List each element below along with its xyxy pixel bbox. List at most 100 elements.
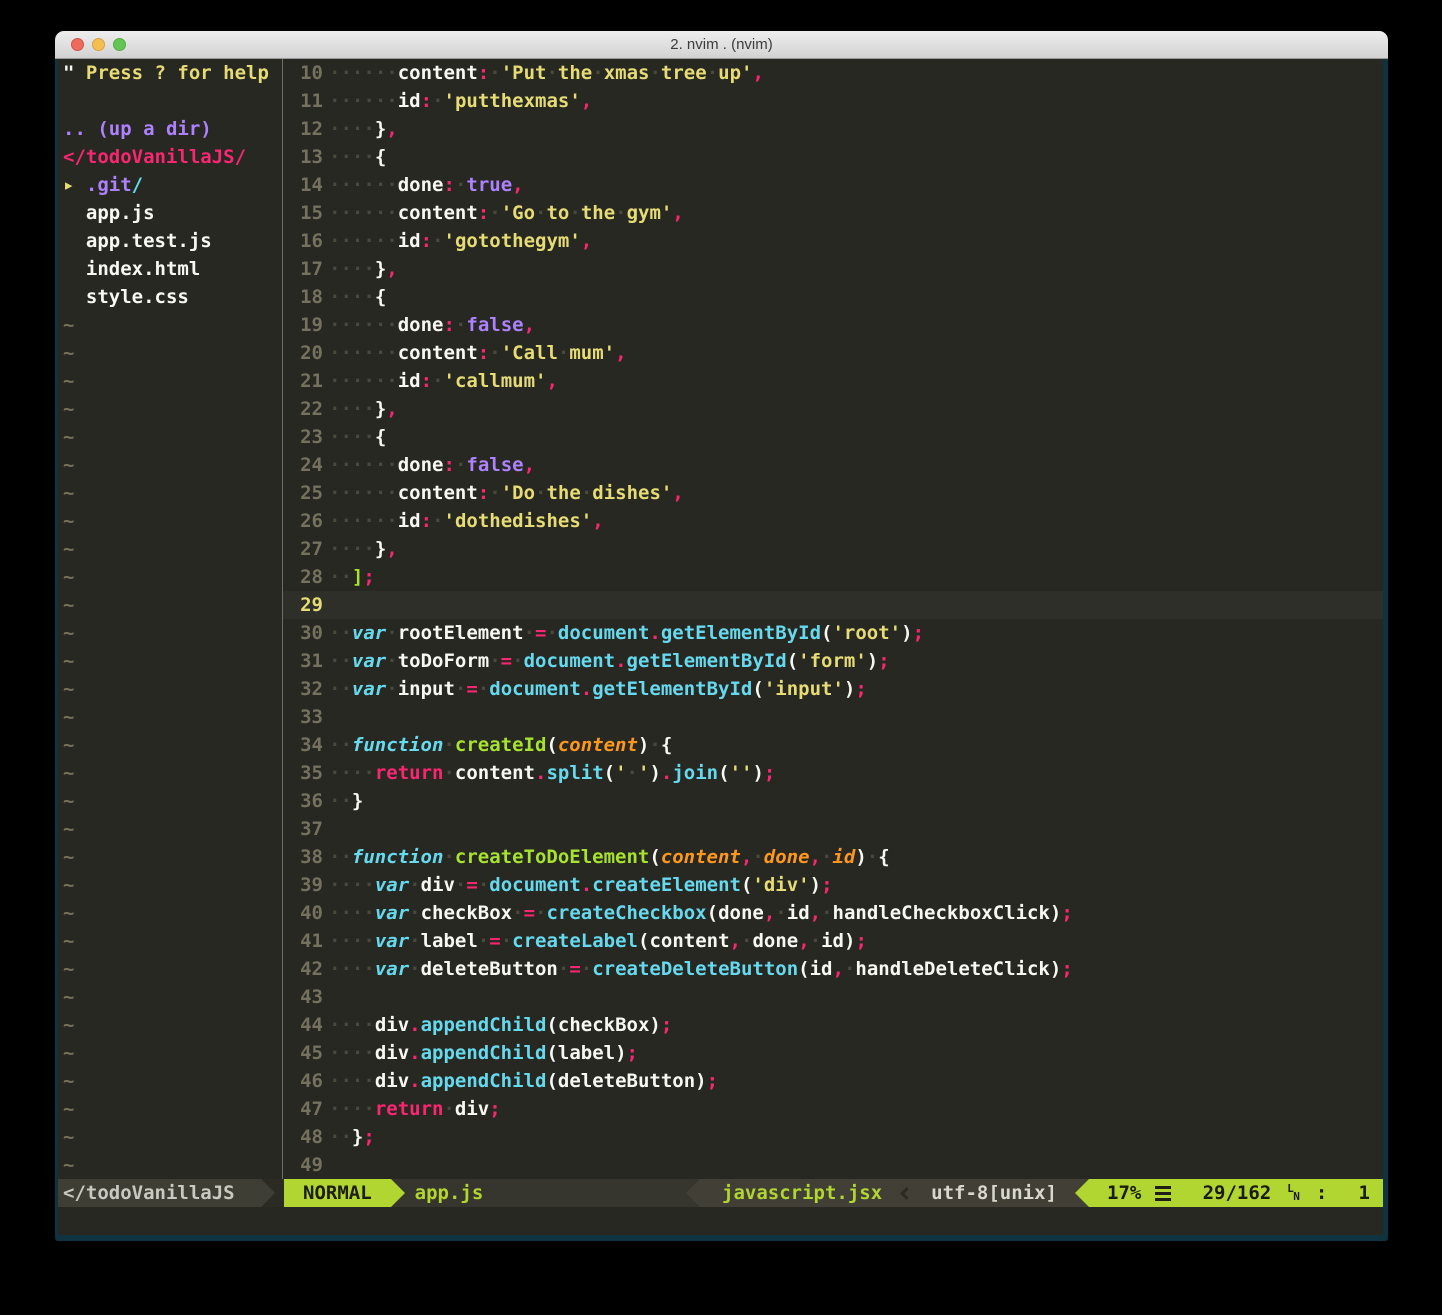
code-line[interactable]: 11······id:·'putthexmas', — [283, 87, 1383, 115]
code-text: ····var·deleteButton·=·createDeleteButto… — [323, 955, 1073, 983]
column-number: 1 — [1359, 1179, 1370, 1207]
code-line[interactable]: 47····return·div; — [283, 1095, 1383, 1123]
line-number: 10 — [283, 59, 323, 87]
code-line[interactable]: 27····}, — [283, 535, 1383, 563]
code-line[interactable]: 34··function·createId(content)·{ — [283, 731, 1383, 759]
airline-statusline: NORMAL app.js javascript.jsx utf-8[unix]… — [284, 1179, 1383, 1207]
empty-line-tilde: ~ — [58, 619, 282, 647]
code-line[interactable]: 14······done:·true, — [283, 171, 1383, 199]
line-number: 13 — [283, 143, 323, 171]
line-number: 17 — [283, 255, 323, 283]
code-line[interactable]: 36··} — [283, 787, 1383, 815]
line-number: 35 — [283, 759, 323, 787]
line-number: 36 — [283, 787, 323, 815]
code-line[interactable]: 43 — [283, 983, 1383, 1011]
code-line[interactable]: 12····}, — [283, 115, 1383, 143]
empty-line-tilde: ~ — [58, 983, 282, 1011]
empty-line-tilde: ~ — [58, 1151, 282, 1179]
code-line[interactable]: 28··]; — [283, 563, 1383, 591]
editor-buffer[interactable]: 10······content:·'Put·the·xmas·tree·up',… — [283, 59, 1383, 1179]
code-text: ······content:·'Do·the·dishes', — [323, 479, 684, 507]
line-number: 28 — [283, 563, 323, 591]
chevron-left-icon — [900, 1187, 913, 1200]
line-number: 32 — [283, 675, 323, 703]
code-line[interactable]: 44····div.appendChild(checkBox); — [283, 1011, 1383, 1039]
tree-item[interactable]: .. (up a dir) — [58, 115, 282, 143]
line-number: 37 — [283, 815, 323, 843]
code-text: ··function·createToDoElement(content,·do… — [323, 843, 890, 871]
code-line[interactable]: 24······done:·false, — [283, 451, 1383, 479]
code-line[interactable]: 32··var·input·=·document.getElementById(… — [283, 675, 1383, 703]
tree-item[interactable]: app.test.js — [58, 227, 282, 255]
title-bar[interactable]: 2. nvim . (nvim) — [55, 31, 1388, 59]
code-text: ····}, — [323, 535, 398, 563]
code-line[interactable]: 40····var·checkBox·=·createCheckbox(done… — [283, 899, 1383, 927]
code-line[interactable]: 21······id:·'callmum', — [283, 367, 1383, 395]
line-number: 27 — [283, 535, 323, 563]
code-line[interactable]: 16······id:·'gotothegym', — [283, 227, 1383, 255]
empty-line-tilde: ~ — [58, 955, 282, 983]
code-line[interactable]: 45····div.appendChild(label); — [283, 1039, 1383, 1067]
code-line[interactable]: 15······content:·'Go·to·the·gym', — [283, 199, 1383, 227]
line-number: 23 — [283, 423, 323, 451]
code-line[interactable]: 30··var·rootElement·=·document.getElemen… — [283, 619, 1383, 647]
code-text: ······done:·false, — [323, 311, 535, 339]
powerline-arrow-icon — [1075, 1179, 1089, 1207]
code-line[interactable]: 19······done:·false, — [283, 311, 1383, 339]
code-text: ····{ — [323, 283, 386, 311]
tree-item[interactable]: </todoVanillaJS/ — [58, 143, 282, 171]
empty-line-tilde: ~ — [58, 815, 282, 843]
line-number: 25 — [283, 479, 323, 507]
code-line[interactable]: 17····}, — [283, 255, 1383, 283]
code-line[interactable]: 22····}, — [283, 395, 1383, 423]
empty-line-tilde: ~ — [58, 927, 282, 955]
position-colon: : — [1316, 1179, 1327, 1207]
line-number: 46 — [283, 1067, 323, 1095]
code-line[interactable]: 42····var·deleteButton·=·createDeleteBut… — [283, 955, 1383, 983]
empty-line-tilde: ~ — [58, 647, 282, 675]
window-title: 2. nvim . (nvim) — [55, 31, 1388, 59]
fileinfo-segment: javascript.jsx utf-8[unix] — [700, 1179, 1075, 1207]
mode-indicator: NORMAL — [284, 1179, 391, 1207]
code-text — [323, 591, 329, 619]
code-line[interactable]: 41····var·label·=·createLabel(content,·d… — [283, 927, 1383, 955]
empty-line-tilde: ~ — [58, 563, 282, 591]
code-line[interactable]: 10······content:·'Put·the·xmas·tree·up', — [283, 59, 1383, 87]
code-line[interactable]: 20······content:·'Call·mum', — [283, 339, 1383, 367]
code-text: ······content:·'Call·mum', — [323, 339, 627, 367]
tree-item[interactable]: ▸ .git/ — [58, 171, 282, 199]
code-line[interactable]: 33 — [283, 703, 1383, 731]
code-line[interactable]: 46····div.appendChild(deleteButton); — [283, 1067, 1383, 1095]
statusline-spacer — [483, 1179, 686, 1207]
code-line[interactable]: 29 — [283, 591, 1383, 619]
code-line[interactable]: 48··}; — [283, 1123, 1383, 1151]
code-text: ··var·rootElement·=·document.getElementB… — [323, 619, 924, 647]
command-line[interactable] — [58, 1207, 1383, 1235]
code-line[interactable]: 35····return·content.split('·').join('')… — [283, 759, 1383, 787]
code-line[interactable]: 13····{ — [283, 143, 1383, 171]
line-number: 14 — [283, 171, 323, 199]
encoding-label: utf-8[unix] — [923, 1179, 1075, 1207]
empty-line-tilde: ~ — [58, 871, 282, 899]
line-number: 16 — [283, 227, 323, 255]
code-line[interactable]: 38··function·createToDoElement(content,·… — [283, 843, 1383, 871]
code-line[interactable]: 37 — [283, 815, 1383, 843]
code-line[interactable]: 23····{ — [283, 423, 1383, 451]
code-line[interactable]: 49 — [283, 1151, 1383, 1179]
code-text: ······id:·'dothedishes', — [323, 507, 604, 535]
tree-item[interactable]: index.html — [58, 255, 282, 283]
code-line[interactable]: 25······content:·'Do·the·dishes', — [283, 479, 1383, 507]
empty-line-tilde: ~ — [58, 367, 282, 395]
line-number: 43 — [283, 983, 323, 1011]
code-line[interactable]: 31··var·toDoForm·=·document.getElementBy… — [283, 647, 1383, 675]
line-number-icon: LN — [1287, 1185, 1300, 1201]
nerdtree-sidebar[interactable]: " Press ? for help.. (up a dir)</todoVan… — [58, 59, 283, 1179]
line-number: 49 — [283, 1151, 323, 1179]
tree-item[interactable]: app.js — [58, 199, 282, 227]
filename-label: app.js — [405, 1179, 484, 1207]
code-line[interactable]: 26······id:·'dothedishes', — [283, 507, 1383, 535]
code-line[interactable]: 39····var·div·=·document.createElement('… — [283, 871, 1383, 899]
code-line[interactable]: 18····{ — [283, 283, 1383, 311]
tree-item[interactable]: style.css — [58, 283, 282, 311]
code-text: ····}, — [323, 395, 398, 423]
